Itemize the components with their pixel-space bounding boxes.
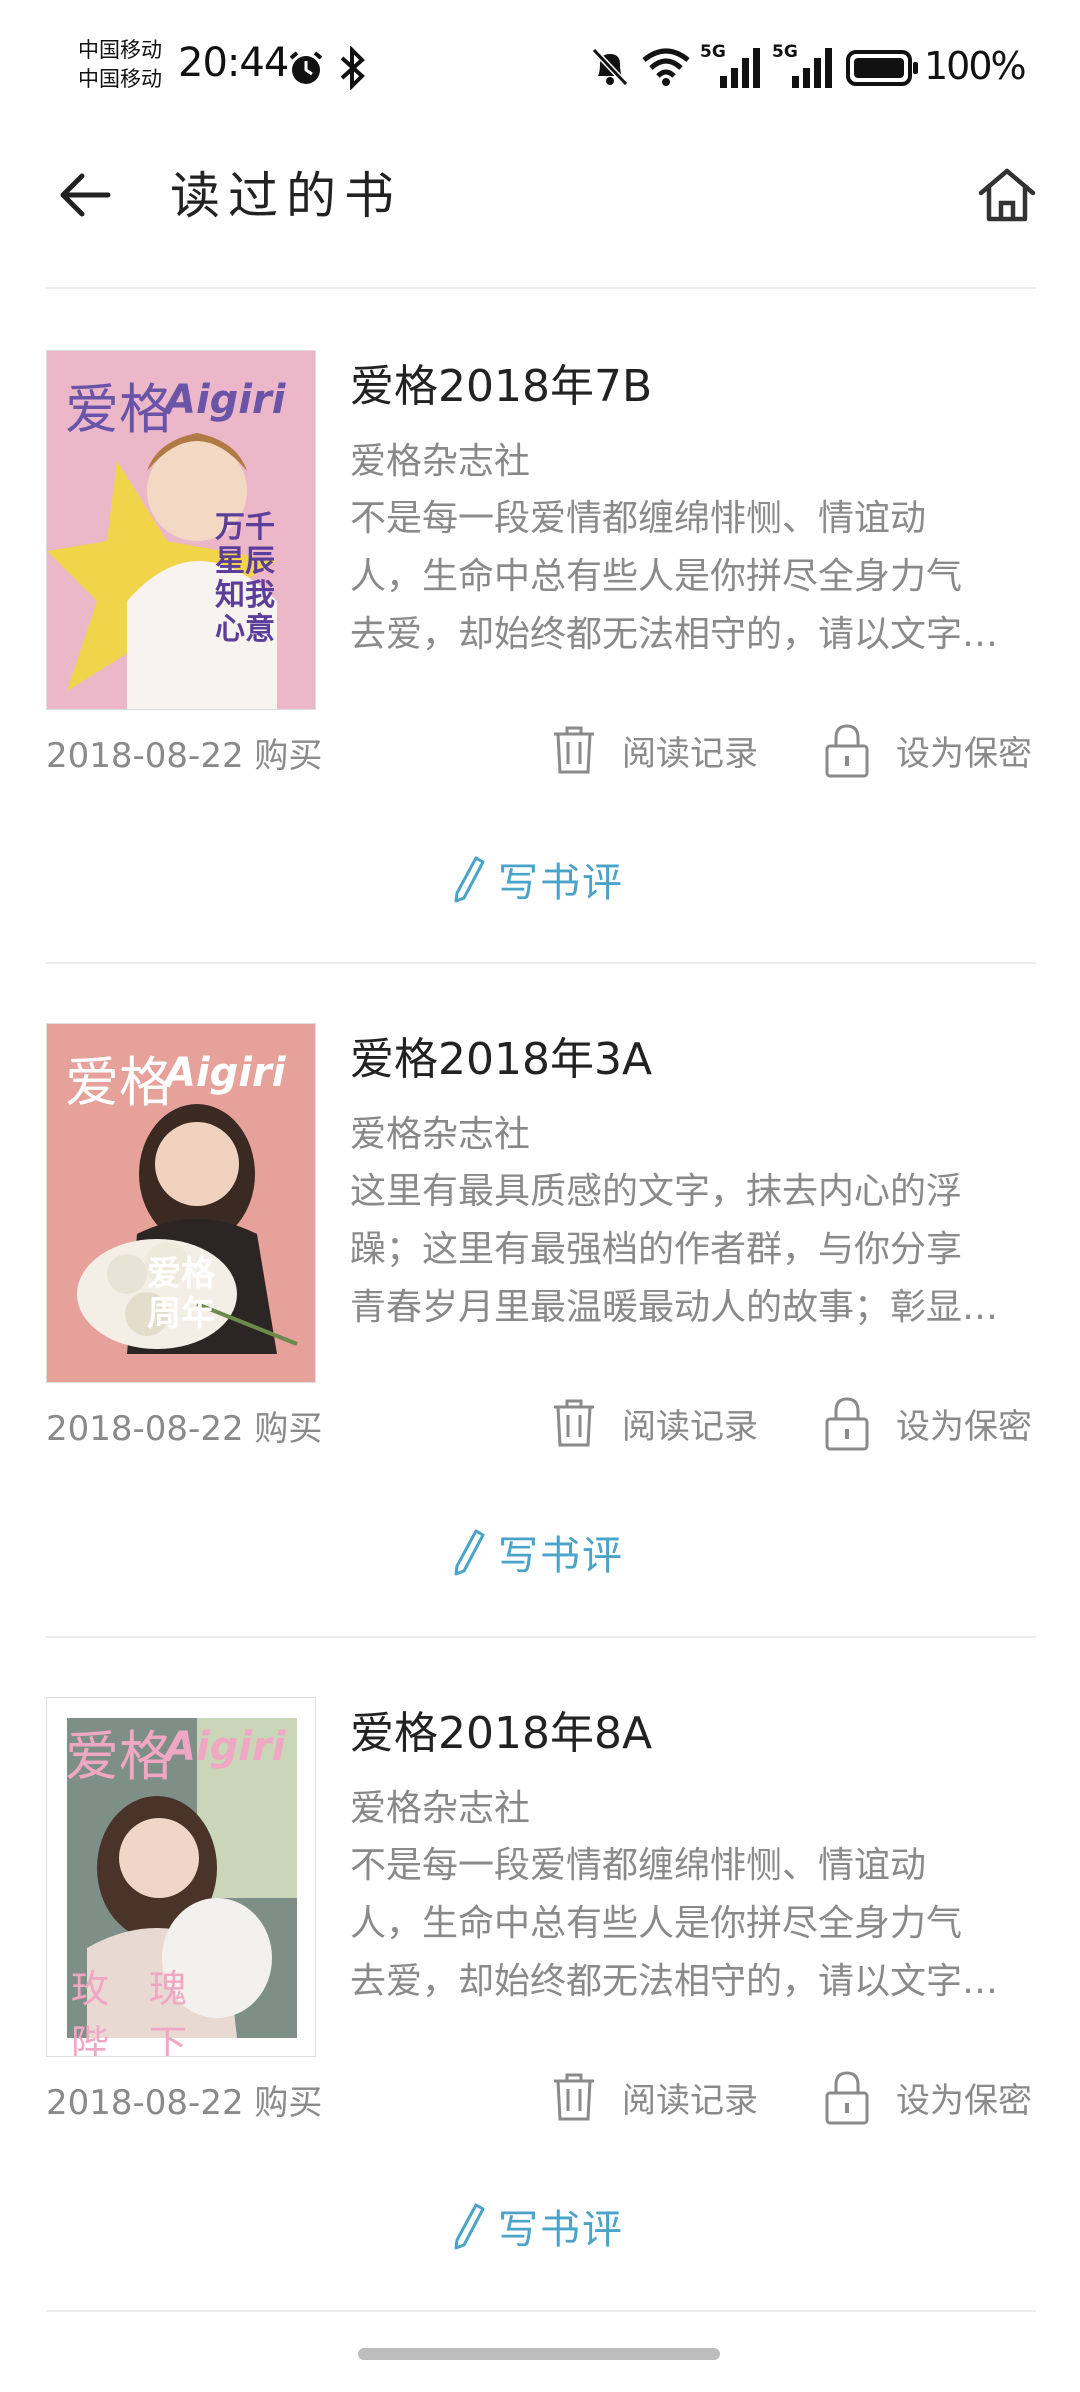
lock-icon [825, 2071, 869, 2125]
description-line: 躁；这里有最强档的作者群，与你分享 [350, 1229, 963, 1270]
arrow-left-icon [60, 173, 111, 217]
book-cover[interactable]: 爱格 Aigiri 万千星辰 知我心意 [46, 350, 316, 710]
lock-icon [825, 724, 869, 778]
description-line: 去爱，却始终都无法相守的，请以文字… [350, 1961, 999, 2002]
description-line: 青春岁月里最温暖最动人的故事；彰显… [350, 1287, 999, 1328]
book-item[interactable]: 爱格 Aigiri 爱格 周年 爱格2018年3A 爱格杂志社 这里有最具质感的… [0, 963, 1080, 1636]
purchase-date: 2018-08-22 购买 [46, 1409, 323, 1449]
book-author: 爱格杂志社 [350, 441, 531, 482]
book-description: 不是每一段爱情都缠绵悱恻、情谊动 人，生命中总有些人是你拼尽全身力气 去爱，却始… [350, 490, 1040, 664]
set-private-button[interactable]: 设为保密 [824, 722, 1032, 778]
signal-2-icon: 5G [772, 42, 836, 88]
cover-logo: 爱格 [65, 378, 173, 441]
back-button[interactable] [50, 160, 120, 230]
write-review-button[interactable]: 写书评 [452, 2197, 624, 2255]
home-button[interactable] [970, 158, 1044, 232]
battery-icon [846, 50, 918, 86]
book-description: 不是每一段爱情都缠绵悱恻、情谊动 人，生命中总有些人是你拼尽全身力气 去爱，却始… [350, 1837, 1040, 2011]
book-description: 这里有最具质感的文字，抹去内心的浮 躁；这里有最强档的作者群，与你分享 青春岁月… [350, 1163, 1040, 1337]
cover-tagline: 爱格 周年 [147, 1254, 215, 1334]
purchase-date: 2018-08-22 购买 [46, 736, 323, 776]
pencil-icon [454, 856, 485, 903]
description-line: 去爱，却始终都无法相守的，请以文字… [350, 614, 999, 655]
home-indicator[interactable] [358, 2348, 720, 2360]
cover-tagline: 玫瑰 陛下 [71, 1967, 228, 2057]
book-cover[interactable]: 爱格 Aigiri 玫瑰 陛下 [46, 1697, 316, 2057]
carrier-1: 中国移动 [78, 38, 162, 62]
signal-1-icon: 5G [700, 42, 764, 88]
write-review-label: 写书评 [498, 860, 624, 906]
reading-record-label: 阅读记录 [622, 733, 758, 774]
purchase-date: 2018-08-22 购买 [46, 2083, 323, 2123]
write-review-label: 写书评 [498, 2207, 624, 2253]
pencil-icon [454, 1529, 485, 1576]
description-line: 这里有最具质感的文字，抹去内心的浮 [350, 1171, 963, 1212]
write-review-label: 写书评 [498, 1533, 624, 1579]
cover-logo-en: Aigiri [165, 377, 286, 423]
reading-record-button[interactable]: 阅读记录 [552, 722, 758, 778]
cover-tagline: 万千星辰 知我心意 [215, 510, 275, 647]
cover-logo-en: Aigiri [165, 1050, 286, 1096]
book-author: 爱格杂志社 [350, 1114, 531, 1155]
set-private-label: 设为保密 [896, 1406, 1032, 1447]
book-title[interactable]: 爱格2018年8A [350, 1697, 652, 1761]
write-review-button[interactable]: 写书评 [452, 850, 624, 908]
battery-percentage: 100% [924, 44, 1027, 88]
item-divider [46, 2310, 1036, 2312]
header-divider [46, 287, 1036, 289]
reading-record-button[interactable]: 阅读记录 [552, 2069, 758, 2125]
trash-icon [554, 726, 594, 774]
description-line: 人，生命中总有些人是你拼尽全身力气 [350, 556, 963, 597]
status-bar: 中国移动 中国移动 20:44 5G 5G 100% [0, 0, 1080, 130]
carrier-labels: 中国移动 中国移动 [78, 36, 162, 94]
wifi-icon [642, 48, 690, 86]
set-private-label: 设为保密 [896, 733, 1032, 774]
write-review-button[interactable]: 写书评 [452, 1523, 624, 1581]
carrier-2: 中国移动 [78, 67, 162, 91]
page-title: 读过的书 [170, 167, 402, 225]
cover-logo: 爱格 [65, 1051, 173, 1114]
alarm-icon [289, 51, 323, 84]
reading-record-label: 阅读记录 [622, 2080, 758, 2121]
bluetooth-icon [340, 46, 365, 90]
home-icon [978, 168, 1036, 222]
trash-icon [554, 2073, 594, 2121]
reading-record-button[interactable]: 阅读记录 [552, 1395, 758, 1451]
book-title[interactable]: 爱格2018年3A [350, 1023, 652, 1087]
book-cover[interactable]: 爱格 Aigiri 爱格 周年 [46, 1023, 316, 1383]
description-line: 不是每一段爱情都缠绵悱恻、情谊动 [350, 498, 927, 539]
pencil-icon [454, 2203, 485, 2250]
status-time: 20:44 [178, 40, 289, 86]
mute-bell-icon [591, 47, 629, 87]
book-author: 爱格杂志社 [350, 1788, 531, 1829]
description-line: 不是每一段爱情都缠绵悱恻、情谊动 [350, 1845, 927, 1886]
cover-logo: 爱格 [65, 1725, 173, 1788]
set-private-button[interactable]: 设为保密 [824, 2069, 1032, 2125]
header: 读过的书 [0, 130, 1080, 290]
book-title[interactable]: 爱格2018年7B [350, 350, 652, 414]
book-item[interactable]: 爱格 Aigiri 万千星辰 知我心意 爱格2018年7B 爱格杂志社 不是每一… [0, 290, 1080, 963]
set-private-button[interactable]: 设为保密 [824, 1395, 1032, 1451]
cover-logo-en: Aigiri [165, 1724, 286, 1770]
lock-icon [825, 1397, 869, 1451]
set-private-label: 设为保密 [896, 2080, 1032, 2121]
reading-record-label: 阅读记录 [622, 1406, 758, 1447]
book-item[interactable]: 爱格 Aigiri 玫瑰 陛下 爱格2018年8A 爱格杂志社 不是每一段爱情都… [0, 1637, 1080, 2310]
description-line: 人，生命中总有些人是你拼尽全身力气 [350, 1903, 963, 1944]
trash-icon [554, 1399, 594, 1447]
